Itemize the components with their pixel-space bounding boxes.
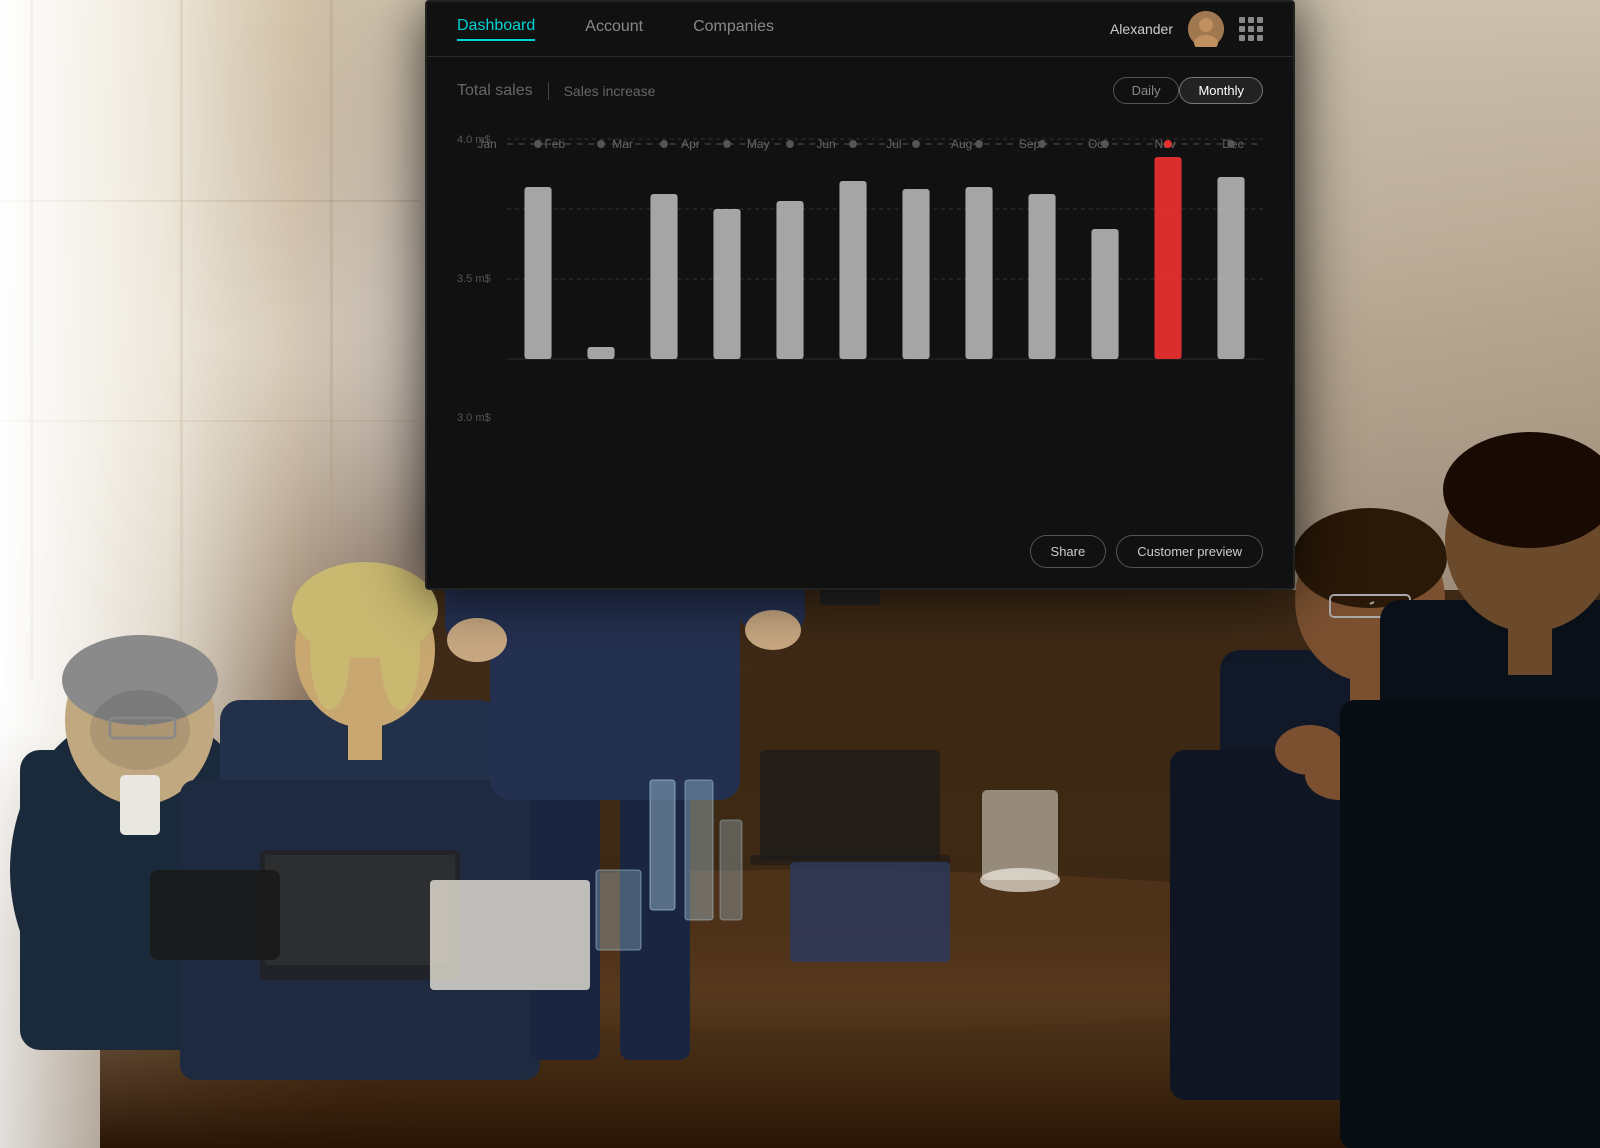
table-surface — [0, 728, 1600, 1148]
grid-dot — [1248, 17, 1254, 23]
nav-right: Alexander — [1110, 11, 1263, 47]
chart-header: Total sales Sales increase Daily Monthly — [457, 77, 1263, 104]
grid-dot — [1257, 35, 1263, 41]
dashboard-ui: Dashboard Account Companies Alexander — [427, 2, 1293, 588]
nav-tab-account[interactable]: Account — [585, 18, 643, 40]
app-grid-icon[interactable] — [1239, 17, 1263, 41]
chart-area: Total sales Sales increase Daily Monthly… — [427, 57, 1293, 588]
grid-dot — [1248, 35, 1254, 41]
y-axis: 4.0 m$ 3.5 m$ 3.0 m$ — [457, 129, 491, 429]
chart-toggle: Daily Monthly — [1113, 77, 1263, 104]
nav-username: Alexander — [1110, 21, 1173, 37]
chart-container: 4.0 m$ 3.5 m$ 3.0 m$ — [457, 129, 1263, 520]
grid-dot — [1239, 17, 1245, 23]
avatar-icon — [1188, 11, 1224, 47]
y-label-mid: 3.5 m$ — [457, 273, 491, 285]
presentation-screen: Dashboard Account Companies Alexander — [425, 0, 1295, 590]
y-label-top: 4.0 m$ — [457, 134, 491, 146]
grid-dot — [1239, 35, 1245, 41]
chart-title: Total sales — [457, 82, 549, 100]
nav-bar: Dashboard Account Companies Alexander — [427, 2, 1293, 57]
nav-avatar[interactable] — [1188, 11, 1224, 47]
chart-subtitle: Sales increase — [549, 83, 656, 99]
customer-preview-button[interactable]: Customer preview — [1116, 535, 1263, 568]
grid-dot — [1257, 17, 1263, 23]
chart-title-group: Total sales Sales increase — [457, 82, 655, 100]
nav-tabs: Dashboard Account Companies — [457, 17, 774, 41]
chart-svg — [507, 129, 1263, 419]
y-label-bot: 3.0 m$ — [457, 412, 491, 424]
bottom-buttons: Share Customer preview — [1030, 535, 1263, 568]
share-button[interactable]: Share — [1030, 535, 1107, 568]
toggle-daily-btn[interactable]: Daily — [1113, 77, 1180, 104]
grid-dot — [1257, 26, 1263, 32]
toggle-monthly-btn[interactable]: Monthly — [1179, 77, 1263, 104]
grid-dot — [1248, 26, 1254, 32]
nav-tab-dashboard[interactable]: Dashboard — [457, 17, 535, 41]
grid-dot — [1239, 26, 1245, 32]
nav-tab-companies[interactable]: Companies — [693, 18, 774, 40]
